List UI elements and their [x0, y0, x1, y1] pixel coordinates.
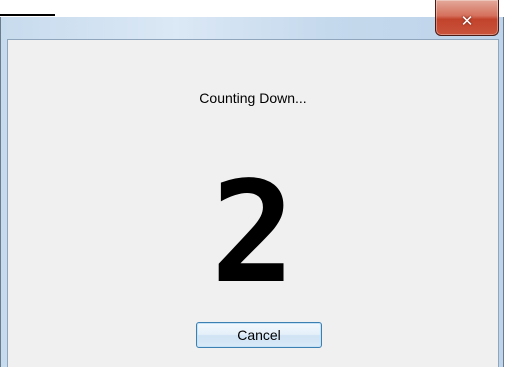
status-text: Counting Down...	[199, 90, 307, 106]
dialog-client-area: Counting Down... 2 Cancel	[7, 39, 499, 367]
dialog-window: ✕ Counting Down... 2 Cancel	[0, 0, 504, 367]
close-button[interactable]: ✕	[435, 0, 499, 36]
top-strip	[0, 0, 506, 17]
close-icon: ✕	[460, 12, 474, 30]
countdown-number: 2	[210, 152, 296, 315]
title-bar[interactable]: ✕	[1, 0, 503, 39]
cancel-button[interactable]: Cancel	[196, 322, 322, 348]
top-underline	[0, 14, 55, 16]
